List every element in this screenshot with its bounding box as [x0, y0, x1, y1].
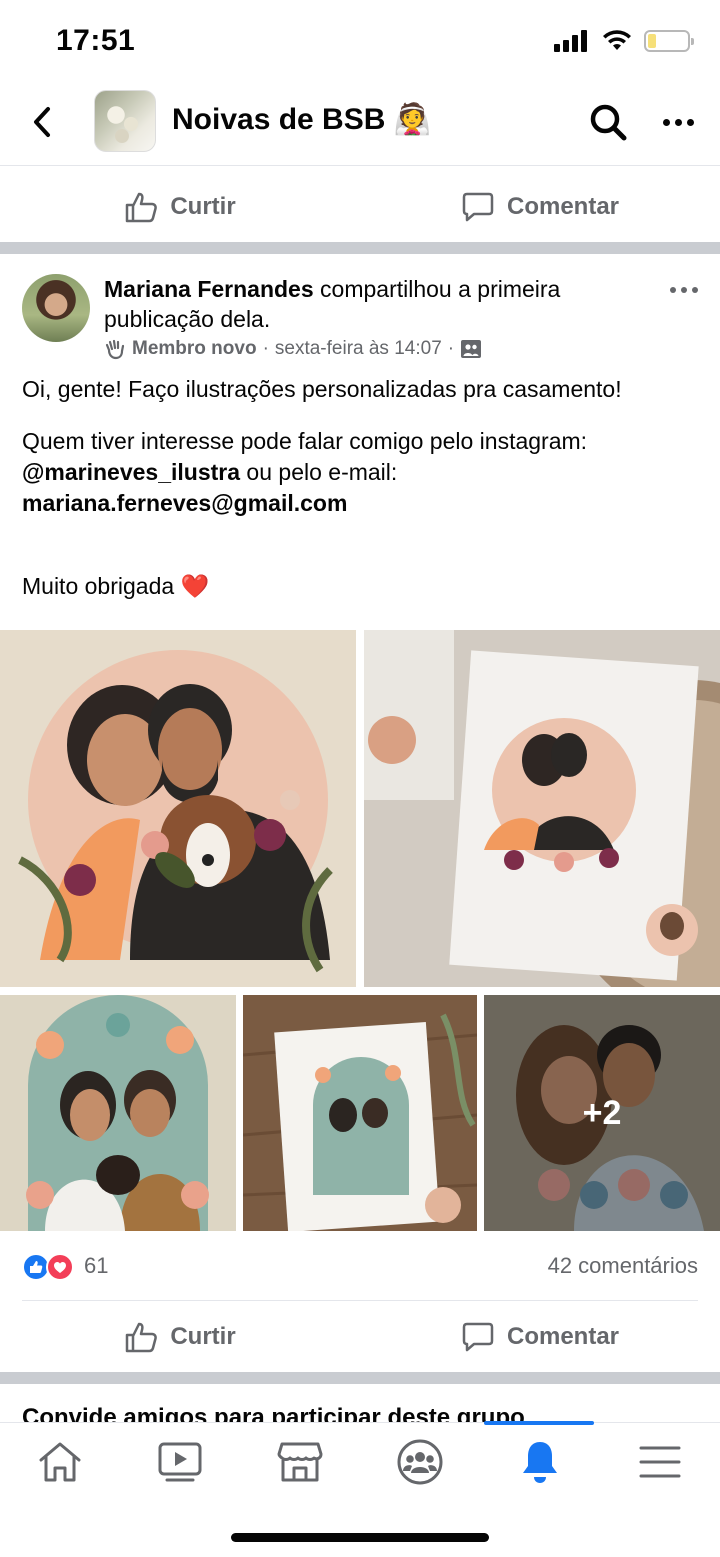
reactions-divider [22, 1300, 698, 1301]
like-button[interactable]: Curtir [0, 1302, 360, 1372]
post-thanks: Muito obrigada ❤️ [22, 573, 210, 599]
group-audience-icon [461, 340, 482, 358]
search-icon [590, 104, 627, 141]
comment-button[interactable]: Comentar [360, 172, 720, 242]
feed-divider [0, 242, 720, 254]
instagram-handle[interactable]: @marineves_ilustra [22, 459, 240, 485]
comment-label: Comentar [506, 1323, 620, 1350]
back-button[interactable] [22, 102, 62, 142]
post-options-button[interactable] [664, 280, 704, 300]
post-body: Oi, gente! Faço ilustrações personalizad… [22, 374, 702, 623]
post-photo-5[interactable]: +2 [484, 995, 720, 1231]
post-line-1: Oi, gente! Faço ilustrações personalizad… [22, 376, 622, 402]
tab-groups[interactable] [390, 1437, 450, 1487]
post-header-text: Mariana Fernandes compartilhou a primeir… [104, 274, 664, 334]
illustration-couple-dachshund [0, 995, 236, 1231]
home-icon [39, 1442, 81, 1482]
tab-notifications[interactable] [510, 1437, 570, 1487]
groups-icon [397, 1439, 443, 1485]
status-bar: 17:51 [0, 0, 720, 84]
thumbs-up-icon [126, 1322, 158, 1353]
illustration-print-mockup [364, 630, 720, 987]
tab-home[interactable] [30, 1437, 90, 1487]
status-time: 17:51 [56, 24, 136, 57]
group-header: Noivas de BSB 👰 [0, 84, 720, 166]
comment-label: Comentar [506, 193, 620, 220]
signal-icon [554, 30, 587, 52]
chevron-left-icon [34, 107, 50, 137]
more-photos-overlay[interactable]: +2 [484, 995, 720, 1231]
post-photo-1[interactable] [0, 630, 356, 987]
post-line-2: Quem tiver interesse pode falar comigo p… [22, 426, 702, 519]
marketplace-icon [277, 1442, 323, 1482]
like-label: Curtir [170, 193, 236, 220]
comments-count[interactable]: 42 comentários [548, 1253, 698, 1279]
email-address[interactable]: mariana.ferneves@gmail.com [22, 490, 347, 516]
tab-watch[interactable] [150, 1437, 210, 1487]
reaction-count[interactable]: 61 [84, 1253, 108, 1279]
like-button[interactable]: Curtir [0, 172, 360, 242]
comment-icon [462, 192, 494, 222]
more-options-button[interactable] [656, 100, 700, 144]
thumbs-up-icon [126, 192, 158, 223]
wave-hand-icon [105, 339, 125, 360]
member-badge[interactable]: Membro novo [132, 338, 257, 360]
contact-intro: Quem tiver interesse pode falar comigo p… [22, 428, 588, 454]
video-icon [158, 1442, 202, 1482]
post-photo-4[interactable] [243, 995, 477, 1231]
wifi-icon [603, 30, 631, 50]
like-label: Curtir [170, 1323, 236, 1350]
reactions-summary[interactable]: 61 42 comentários [0, 1247, 720, 1287]
comment-button[interactable]: Comentar [360, 1302, 720, 1372]
feed-divider [0, 1372, 720, 1384]
post-actions: Curtir Comentar [0, 1302, 720, 1372]
post-photo-3[interactable] [0, 995, 236, 1231]
notifications-icon [523, 1442, 557, 1483]
group-title[interactable]: Noivas de BSB 👰 [172, 102, 431, 137]
tab-marketplace[interactable] [270, 1437, 330, 1487]
invite-friends-title[interactable]: Convide amigos para participar deste gru… [22, 1398, 702, 1422]
comment-icon [462, 1322, 494, 1352]
post-meta: Membro novo · sexta-feira às 14:07 · [104, 338, 482, 360]
illustration-couple-beagle [0, 630, 356, 987]
home-indicator [231, 1533, 489, 1542]
search-button[interactable] [586, 100, 630, 144]
group-cover-thumbnail[interactable] [94, 90, 156, 152]
menu-icon [639, 1446, 681, 1478]
contact-or-email: ou pelo e-mail: [240, 459, 398, 485]
battery-icon [644, 30, 694, 52]
author-avatar[interactable] [22, 274, 90, 342]
active-tab-indicator [484, 1421, 594, 1425]
illustration-print-on-wood [243, 995, 477, 1231]
meta-separator: · [447, 338, 455, 359]
reaction-icons [22, 1253, 74, 1281]
previous-post-actions: Curtir Comentar [0, 172, 720, 242]
status-icons [554, 30, 694, 52]
tab-menu[interactable] [630, 1437, 690, 1487]
post-photo-2[interactable] [364, 630, 720, 987]
post-time[interactable]: sexta-feira às 14:07 [275, 338, 442, 360]
author-name[interactable]: Mariana Fernandes [104, 276, 314, 302]
love-reaction-icon [46, 1253, 74, 1281]
meta-separator: · [262, 338, 269, 359]
